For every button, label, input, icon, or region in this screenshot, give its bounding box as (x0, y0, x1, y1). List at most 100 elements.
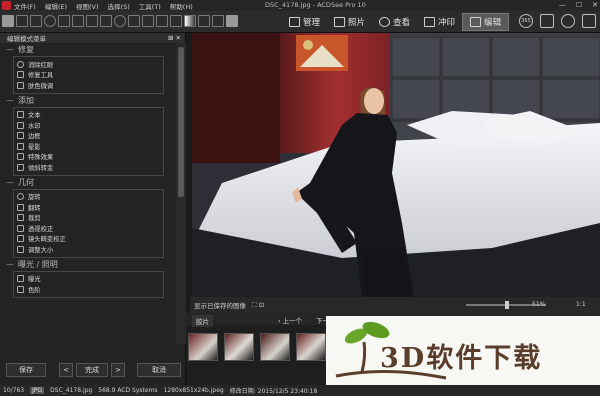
tool-label: 特殊效果 (28, 154, 54, 162)
tool-label: 文本 (28, 112, 41, 120)
tab-edit[interactable]: 编辑 (462, 13, 510, 31)
pen-tool-icon[interactable] (170, 15, 182, 27)
photo-canvas[interactable] (192, 33, 600, 297)
calendar-365-icon[interactable]: 365 (519, 14, 533, 28)
exposure-icon (17, 275, 24, 283)
save-button[interactable]: 保存 (6, 363, 46, 377)
tool-label: 倾斜转变 (28, 164, 54, 172)
tool-vignette[interactable]: 晕影 (14, 141, 163, 152)
right-toolbar: 365 (519, 14, 596, 28)
tool-lens-distortion[interactable]: 镜头畸变校正 (14, 234, 163, 245)
panel-body: — 修复 消除红眼 修复工具 肤色微调 — 添加 文本 水印 边框 晕影 特殊效果 … (0, 43, 176, 344)
group-repair: 消除红眼 修复工具 肤色微调 (13, 56, 164, 94)
tab-develop-label: 冲印 (438, 18, 456, 28)
group-exposure-header[interactable]: — 曝光 / 照明 (0, 258, 176, 271)
poly-shape-icon[interactable] (128, 15, 140, 27)
group-label: 曝光 / 照明 (18, 259, 58, 269)
tool-exposure[interactable]: 曝光 (14, 274, 163, 285)
tool-tilt-shift[interactable]: 倾斜转变 (14, 162, 163, 173)
tool-label: 调整大小 (28, 246, 54, 254)
group-add-header[interactable]: — 添加 (0, 94, 176, 107)
crop-tool-icon[interactable] (198, 15, 210, 27)
rect-shape-icon[interactable] (100, 15, 112, 27)
next-button[interactable]: > (111, 363, 125, 377)
circle-shape-icon[interactable] (114, 15, 126, 27)
menu-file[interactable]: 文件(F) (14, 1, 36, 11)
scrollbar-thumb[interactable] (178, 47, 184, 197)
group-geometry-header[interactable]: — 几何 (0, 176, 176, 189)
smart-brush-icon[interactable] (86, 15, 98, 27)
thumbnail[interactable] (296, 333, 326, 361)
ultra-icon[interactable] (561, 14, 575, 28)
tool-label: 镜头畸变校正 (28, 236, 66, 244)
tool-resize[interactable]: 调整大小 (14, 244, 163, 255)
develop-icon (424, 17, 436, 27)
minimize-icon[interactable]: — (559, 1, 566, 9)
eye-icon (17, 60, 24, 68)
show-saved-image-label[interactable]: 显示已保存的图像 (194, 300, 246, 310)
eyedropper-icon[interactable] (212, 15, 224, 27)
tool-border[interactable]: 边框 (14, 131, 163, 142)
tool-skin-tune[interactable]: 肤色微调 (14, 80, 163, 91)
rect-select-icon[interactable] (30, 15, 42, 27)
thumbnail[interactable] (224, 333, 254, 361)
thumbnail[interactable] (188, 333, 218, 361)
cancel-button[interactable]: 取消 (137, 363, 181, 377)
tab-photos[interactable]: 照片 (327, 13, 372, 31)
tool-rotate[interactable]: 旋转 (14, 192, 163, 203)
effects-icon (17, 153, 24, 161)
maximize-icon[interactable]: ☐ (576, 1, 582, 9)
group-label: 几何 (18, 177, 34, 187)
tab-manage[interactable]: 管理 (282, 13, 327, 31)
menu-tools[interactable]: 工具(T) (139, 1, 161, 11)
tool-red-eye[interactable]: 消除红眼 (14, 59, 163, 70)
tool-perspective[interactable]: 透视校正 (14, 223, 163, 234)
tab-view[interactable]: 查看 (372, 13, 417, 31)
gradient-tool-icon[interactable] (184, 15, 196, 27)
tool-label: 曝光 (28, 276, 41, 284)
hand-tool-icon[interactable] (16, 15, 28, 27)
ellipse-select-icon[interactable] (44, 15, 56, 27)
levels-icon (17, 285, 24, 293)
tool-special-effects[interactable]: 特殊效果 (14, 152, 163, 163)
menu-view[interactable]: 视图(V) (76, 1, 99, 11)
ratio-button[interactable]: 1:1 (576, 301, 586, 308)
done-button[interactable]: 完成 (76, 363, 108, 377)
fit-screen-icon[interactable]: ⛶ ⊡ (252, 301, 264, 310)
foreground-color-swatch[interactable] (226, 15, 238, 27)
edit-icon (470, 17, 482, 27)
menu-edit[interactable]: 编辑(E) (45, 1, 67, 11)
tool-levels[interactable]: 色阶 (14, 284, 163, 295)
tool-watermark[interactable]: 水印 (14, 120, 163, 131)
add-point-icon[interactable] (142, 15, 154, 27)
magic-wand-icon[interactable] (72, 15, 84, 27)
cursor-tool-icon[interactable] (2, 15, 14, 27)
menu-help[interactable]: 帮助(H) (170, 1, 193, 11)
tool-flip[interactable]: 翻转 (14, 202, 163, 213)
lasso-select-icon[interactable] (58, 15, 70, 27)
invert-selection-icon[interactable] (156, 15, 168, 27)
vignette-icon (17, 142, 24, 150)
dashboard-icon[interactable] (540, 14, 554, 28)
tool-label: 透视校正 (28, 225, 54, 233)
file-name: DSC_4178.jpg (50, 387, 93, 394)
group-repair-header[interactable]: — 修复 (0, 43, 176, 56)
tab-develop[interactable]: 冲印 (417, 13, 462, 31)
filmstrip-tab[interactable]: 胶片 (192, 315, 213, 327)
pin-icon[interactable]: ⊠ ✕ (168, 34, 181, 42)
tool-text[interactable]: 文本 (14, 110, 163, 121)
zoom-value: 51% (532, 301, 546, 308)
file-size: 568.9 ACD Systems (98, 387, 158, 394)
group-label: 修复 (18, 45, 34, 54)
eye-icon[interactable] (582, 14, 596, 28)
tool-repair[interactable]: 修复工具 (14, 70, 163, 81)
prev-button[interactable]: < (59, 363, 73, 377)
close-icon[interactable]: ✕ (592, 1, 598, 9)
tool-label: 翻转 (28, 204, 41, 212)
tool-crop[interactable]: 裁剪 (14, 213, 163, 224)
thumbnail[interactable] (260, 333, 290, 361)
prev-image-button[interactable]: ‹ 上一个 (278, 315, 302, 325)
menu-select[interactable]: 选择(S) (108, 1, 130, 11)
panel-scrollbar[interactable] (176, 43, 186, 344)
zoom-slider-knob[interactable] (504, 301, 509, 309)
